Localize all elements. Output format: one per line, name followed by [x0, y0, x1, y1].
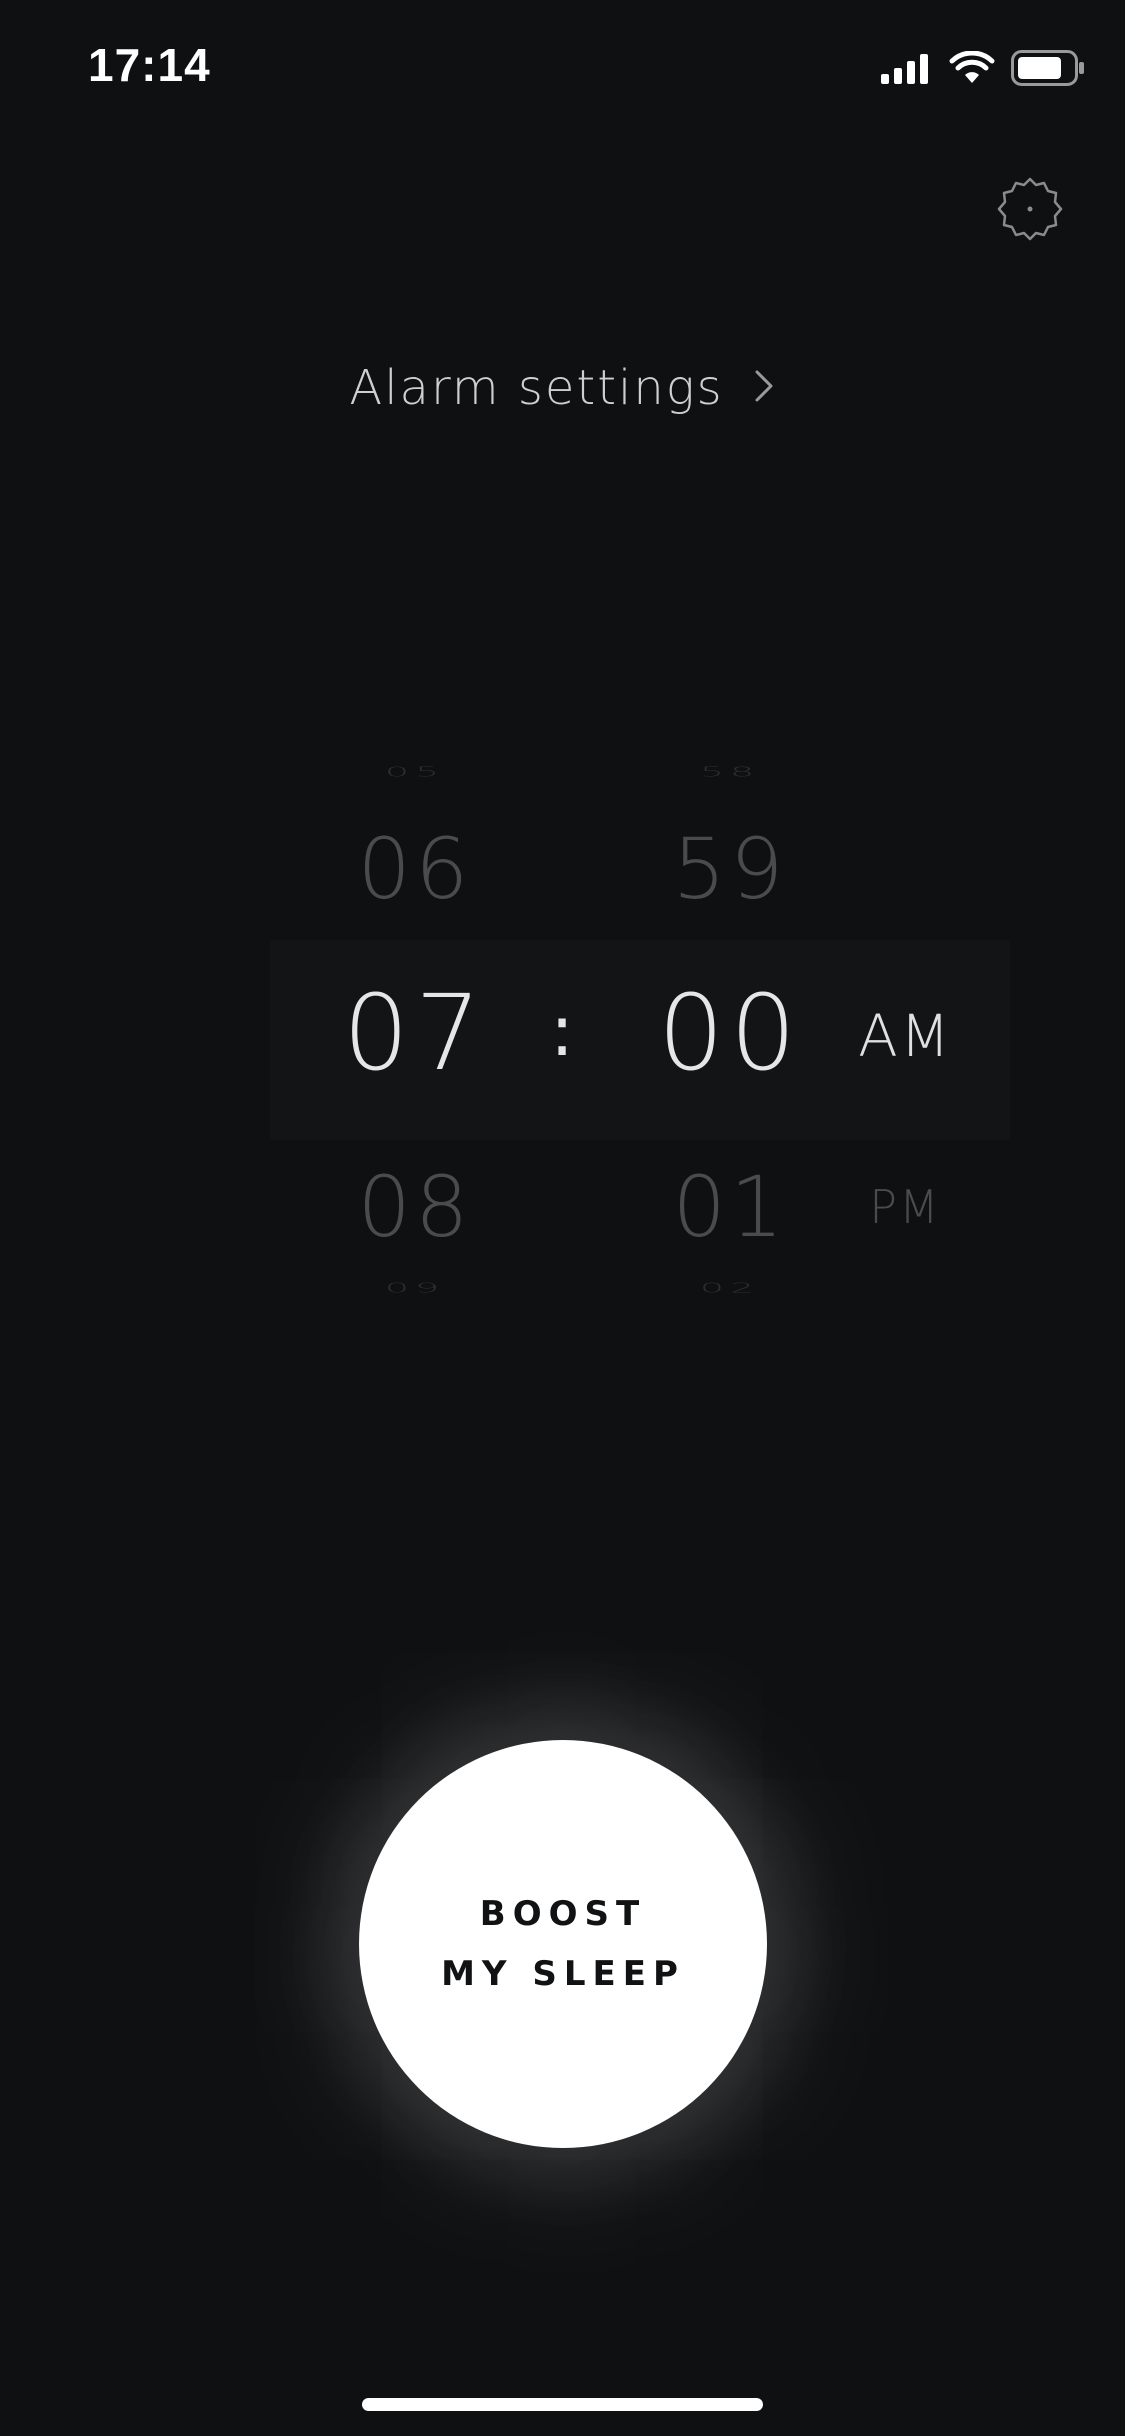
hour-option[interactable]: 08 [300, 1158, 530, 1256]
status-bar: 17:14 [0, 0, 1125, 140]
status-icons [881, 50, 1085, 91]
minute-option[interactable]: 58 [600, 764, 860, 779]
hour-option[interactable]: 09 [300, 1280, 530, 1295]
hour-selected[interactable]: 07 [300, 972, 530, 1094]
battery-icon [1011, 50, 1085, 91]
boost-button-line1: BOOST [479, 1894, 647, 1934]
chevron-right-icon [752, 366, 776, 411]
hour-option[interactable]: 05 [300, 764, 530, 779]
minute-option[interactable]: 01 [600, 1158, 860, 1256]
alarm-settings-label: Alarm settings [349, 360, 724, 416]
minute-option[interactable]: 02 [600, 1280, 860, 1295]
hour-option[interactable]: 06 [300, 820, 530, 918]
time-picker[interactable]: 05 06 07 08 09 : 58 59 00 01 02 AM PM [0, 740, 1125, 1320]
period-option[interactable]: PM [840, 1180, 970, 1234]
cellular-signal-icon [881, 52, 933, 89]
boost-my-sleep-button[interactable]: BOOST MY SLEEP [359, 1740, 767, 2148]
wifi-icon [949, 50, 995, 90]
boost-button-line2: MY SLEEP [441, 1954, 685, 1994]
minute-selected[interactable]: 00 [600, 972, 860, 1094]
time-separator: : [550, 990, 574, 1072]
gear-icon [996, 175, 1064, 248]
period-selected[interactable]: AM [840, 1002, 970, 1070]
alarm-settings-link[interactable]: Alarm settings [0, 360, 1125, 416]
settings-button[interactable] [995, 176, 1065, 246]
status-time: 17:14 [88, 39, 211, 91]
minute-option[interactable]: 59 [600, 820, 860, 918]
home-indicator[interactable] [362, 2398, 763, 2411]
